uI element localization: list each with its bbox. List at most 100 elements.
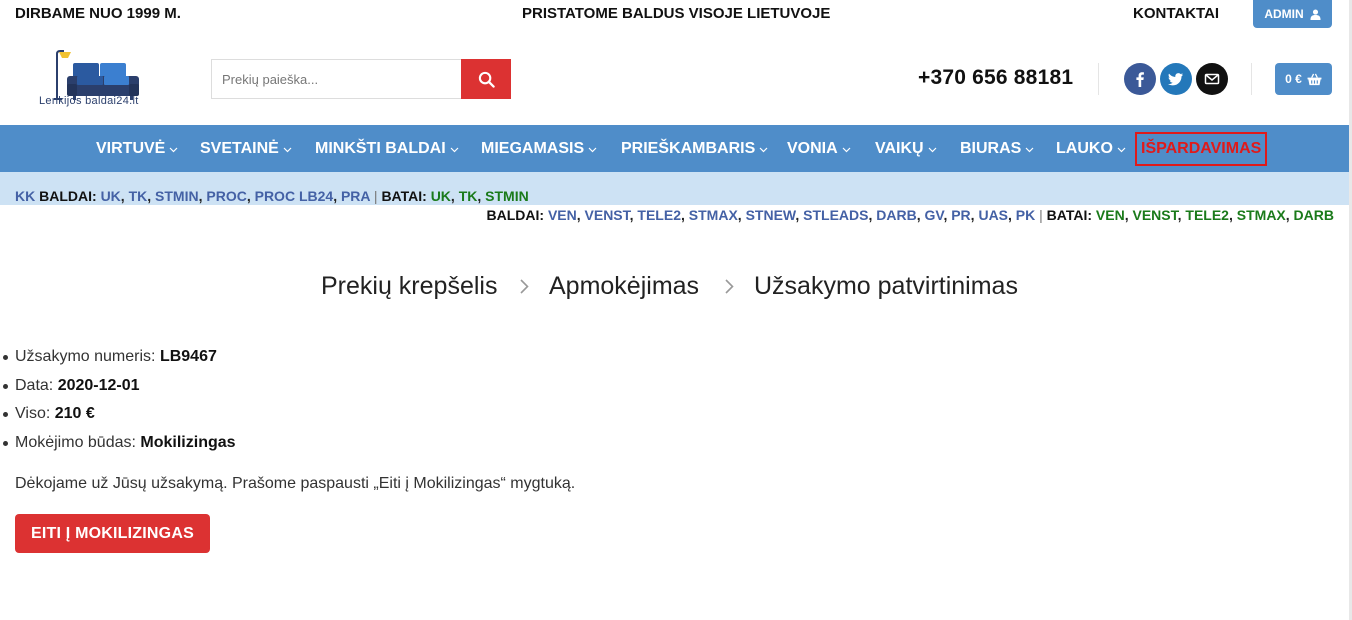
nav-item-lauko[interactable]: LAUKO xyxy=(1056,125,1126,172)
basket-icon xyxy=(1307,73,1322,85)
link-uk[interactable]: UK xyxy=(101,188,121,204)
nav-item-label: PRIEŠKAMBARIS xyxy=(621,139,756,157)
nav-item-virtuve[interactable]: VIRTUVĖ xyxy=(96,125,178,172)
nav-item-label: IŠPARDAVIMAS xyxy=(1141,140,1262,157)
link-batai-uk[interactable]: UK xyxy=(431,188,451,204)
payment-method-label: Mokėjimo būdas: xyxy=(15,434,136,452)
contacts-link[interactable]: KONTAKTAI xyxy=(1133,5,1219,22)
link-tele2[interactable]: TELE2 xyxy=(637,207,681,223)
link-ven[interactable]: VEN xyxy=(548,207,577,223)
since-text: DIRBAME NUO 1999 M. xyxy=(15,5,181,22)
link-venst[interactable]: VENST xyxy=(585,207,630,223)
link-stnew[interactable]: STNEW xyxy=(746,207,796,223)
cart-button[interactable]: 0 € xyxy=(1275,63,1332,95)
link-batai-ven[interactable]: VEN xyxy=(1096,207,1125,223)
chevron-down-icon xyxy=(588,147,597,152)
twitter-icon xyxy=(1168,73,1183,86)
email-button[interactable] xyxy=(1196,63,1228,95)
nav-item-label: BIURAS xyxy=(960,139,1022,157)
chevron-down-icon xyxy=(450,147,459,152)
link-uas[interactable]: UAS xyxy=(978,207,1008,223)
link-batai-tk[interactable]: TK xyxy=(459,188,478,204)
search-input[interactable] xyxy=(211,59,461,99)
divider xyxy=(1098,63,1099,95)
chevron-down-icon xyxy=(169,147,178,152)
search-icon xyxy=(478,71,495,88)
link-pra[interactable]: PRA xyxy=(341,188,370,204)
link-stmax[interactable]: STMAX xyxy=(689,207,738,223)
divider xyxy=(1251,63,1252,95)
chevron-down-icon xyxy=(842,147,851,152)
order-number-item: Užsakymo numeris: LB9467 xyxy=(3,348,236,377)
delivery-text: PRISTATOME BALDUS VISOJE LIETUVOJE xyxy=(522,5,831,22)
logo-text: Lenkijos baldai24.lt xyxy=(39,95,139,107)
payment-method-item: Mokėjimo būdas: Mokilizingas xyxy=(3,434,236,463)
nav-item-vaiku[interactable]: VAIKŲ xyxy=(875,125,937,172)
admin-label: ADMIN xyxy=(1264,7,1304,21)
nav-item-biuras[interactable]: BIURAS xyxy=(960,125,1034,172)
search-button[interactable] xyxy=(461,59,511,99)
facebook-button[interactable] xyxy=(1124,63,1156,95)
link-batai-stmin[interactable]: STMIN xyxy=(485,188,529,204)
order-total-value: 210 € xyxy=(54,405,95,423)
nav-item-label: VAIKŲ xyxy=(875,139,924,157)
envelope-icon xyxy=(1204,73,1220,85)
twitter-button[interactable] xyxy=(1160,63,1192,95)
nav-item-label: VONIA xyxy=(787,139,838,157)
chevron-down-icon xyxy=(928,147,937,152)
order-date-item: Data: 2020-12-01 xyxy=(3,376,236,406)
order-date-value: 2020-12-01 xyxy=(57,376,140,394)
chevron-right-icon xyxy=(725,279,734,294)
link-batai-tele2[interactable]: TELE2 xyxy=(1185,207,1229,223)
order-number-value: LB9467 xyxy=(159,348,217,365)
nav-item-ispardavimas[interactable]: IŠPARDAVIMAS xyxy=(1135,132,1268,166)
main-nav: VIRTUVĖ SVETAINĖ MINKŠTI BALDAI MIEGAMAS… xyxy=(0,125,1349,172)
link-stmin[interactable]: STMIN xyxy=(155,188,199,204)
link-stleads[interactable]: STLEADS xyxy=(803,207,868,223)
chevron-down-icon xyxy=(759,147,768,152)
link-pk[interactable]: PK xyxy=(1016,207,1035,223)
go-to-mokilizingas-button[interactable]: EITI Į MOKILIZINGAS xyxy=(15,514,210,553)
order-date-label: Data: xyxy=(15,376,54,394)
nav-item-label: MIEGAMASIS xyxy=(481,139,585,157)
admin-button[interactable]: ADMIN xyxy=(1253,0,1332,28)
step-cart[interactable]: Prekių krepšelis xyxy=(321,272,497,301)
nav-item-svetaine[interactable]: SVETAINĖ xyxy=(200,125,292,172)
cart-total: 0 € xyxy=(1285,72,1302,86)
phone-number[interactable]: +370 656 88181 xyxy=(918,66,1073,90)
batai-label: BATAI: xyxy=(381,188,427,204)
link-gv[interactable]: GV xyxy=(924,207,943,223)
nav-item-label: LAUKO xyxy=(1056,139,1113,157)
link-darb[interactable]: DARB xyxy=(876,207,916,223)
admin-links-row-1: KK BALDAI: UK, TK, STMIN, PROC, PROC LB2… xyxy=(15,188,529,204)
link-batai-venst[interactable]: VENST xyxy=(1133,207,1178,223)
thanks-message: Dėkojame už Jūsų užsakymą. Prašome paspa… xyxy=(15,475,576,492)
order-details: Užsakymo numeris: LB9467 Data: 2020-12-0… xyxy=(3,348,236,463)
nav-item-label: VIRTUVĖ xyxy=(96,139,166,157)
baldai-label: BALDAI: xyxy=(39,188,97,204)
link-proc-lb24[interactable]: PROC LB24 xyxy=(255,188,334,204)
link-pr[interactable]: PR xyxy=(951,207,970,223)
link-batai-stmax[interactable]: STMAX xyxy=(1237,207,1286,223)
admin-links-row-2: BALDAI: VEN, VENST, TELE2, STMAX, STNEW,… xyxy=(486,207,1335,223)
chevron-down-icon xyxy=(283,147,292,152)
nav-item-vonia[interactable]: VONIA xyxy=(787,125,851,172)
nav-item-prieskambaris[interactable]: PRIEŠKAMBARIS xyxy=(621,125,768,172)
link-proc[interactable]: PROC xyxy=(206,188,246,204)
order-total-item: Viso: 210 € xyxy=(3,405,236,434)
step-confirmation: Užsakymo patvirtinimas xyxy=(754,272,1018,300)
nav-item-miegamasis[interactable]: MIEGAMASIS xyxy=(481,125,597,172)
search-form xyxy=(211,59,511,99)
kk-label: KK xyxy=(15,188,36,204)
chevron-right-icon xyxy=(520,279,529,294)
chevron-down-icon xyxy=(1025,147,1034,152)
baldai-label: BALDAI: xyxy=(486,207,545,223)
step-payment: Apmokėjimas xyxy=(549,272,700,300)
facebook-icon xyxy=(1136,72,1144,87)
nav-item-minksti-baldai[interactable]: MINKŠTI BALDAI xyxy=(315,125,459,172)
user-icon xyxy=(1310,8,1321,20)
link-tk[interactable]: TK xyxy=(129,188,148,204)
nav-item-label: SVETAINĖ xyxy=(200,139,279,157)
link-batai-darb[interactable]: DARB xyxy=(1294,207,1334,223)
batai-label: BATAI: xyxy=(1046,207,1093,223)
